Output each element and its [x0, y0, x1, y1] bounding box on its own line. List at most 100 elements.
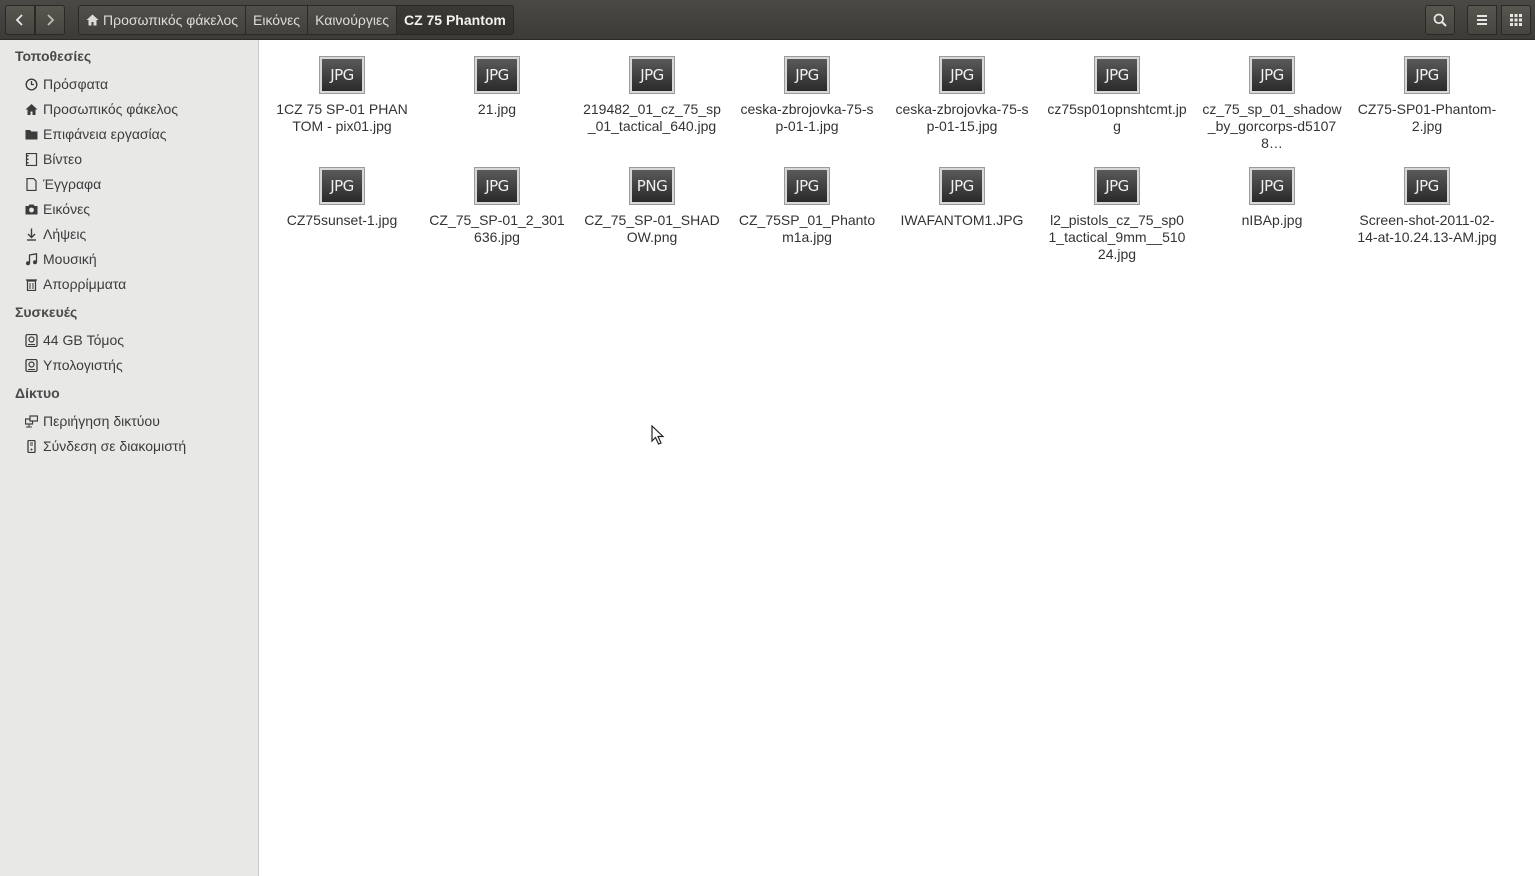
file-item[interactable]: JPG IWAFANTOM1.JPG [892, 167, 1032, 229]
hamburger-icon [1477, 15, 1487, 25]
chevron-left-icon [15, 14, 23, 26]
sidebar-item-documents[interactable]: Έγγραφα [24, 173, 101, 195]
file-name: CZ_75_SP-01_2_301636.jpg [429, 212, 565, 245]
file-name: 21.jpg [477, 101, 517, 117]
jpg-file-icon: JPG [1249, 167, 1295, 205]
sidebar-item-label: Επιφάνεια εργασίας [43, 126, 167, 142]
forward-button[interactable] [35, 5, 65, 35]
sidebar-item-music[interactable]: Μουσική [24, 248, 97, 270]
sidebar-item-trash[interactable]: Απορρίμματα [24, 273, 126, 295]
jpg-file-icon: JPG [1094, 167, 1140, 205]
sidebar-item-label: Προσωπικός φάκελος [43, 101, 178, 117]
breadcrumb: Προσωπικός φάκελος Εικόνες Καινούργιες C… [78, 5, 514, 35]
server-icon [24, 439, 38, 453]
sidebar-item-label: Απορρίμματα [43, 276, 127, 292]
breadcrumb-home[interactable]: Προσωπικός φάκελος [78, 5, 246, 35]
sidebar-item-downloads[interactable]: Λήψεις [24, 223, 86, 245]
breadcrumb-pictures[interactable]: Εικόνες [246, 5, 309, 35]
file-name: l2_pistols_cz_75_sp01_tactical_9mm__5102… [1048, 212, 1186, 262]
film-icon [24, 152, 38, 166]
breadcrumb-label: Εικόνες [253, 12, 301, 28]
sidebar-item-recent[interactable]: Πρόσφατα [24, 73, 108, 95]
jpg-file-icon: JPG [319, 56, 365, 94]
file-item[interactable]: JPG CZ75sunset-1.jpg [272, 167, 412, 229]
png-file-icon: PNG [629, 167, 675, 205]
file-name: cz_75_sp_01_shadow_by_gorcorps-d51078… [1202, 101, 1342, 151]
search-button[interactable] [1425, 5, 1455, 35]
file-item[interactable]: JPG Screen-shot-2011-02-14-at-10.24.13-A… [1357, 167, 1497, 246]
sidebar-item-label: Υπολογιστής [43, 357, 123, 373]
sidebar-item-home[interactable]: Προσωπικός φάκελος [24, 98, 178, 120]
chevron-right-icon [47, 14, 55, 26]
search-icon [1433, 13, 1447, 27]
sidebar-item-volume[interactable]: 44 GB Τόμος [24, 329, 124, 351]
file-name: 219482_01_cz_75_sp_01_tactical_640.jpg [583, 101, 721, 134]
file-item[interactable]: PNG CZ_75_SP-01_SHADOW.png [582, 167, 722, 246]
file-name: CZ_75SP_01_Phantom1a.jpg [738, 212, 876, 245]
jpg-file-icon: JPG [784, 56, 830, 94]
file-name: IWAFANTOM1.JPG [900, 212, 1024, 228]
file-name: CZ_75_SP-01_SHADOW.png [584, 212, 720, 245]
grid-icon [1510, 14, 1522, 26]
breadcrumb-current[interactable]: CZ 75 Phantom [396, 5, 514, 35]
drive-icon [24, 358, 38, 372]
file-name: ceska-zbrojovka-75-sp-01-1.jpg [740, 101, 874, 134]
breadcrumb-label: Προσωπικός φάκελος [103, 12, 238, 28]
jpg-file-icon: JPG [939, 167, 985, 205]
sidebar-item-browse-network[interactable]: Περιήγηση δικτύου [24, 410, 160, 432]
jpg-file-icon: JPG [319, 167, 365, 205]
mouse-cursor-icon [651, 425, 665, 445]
jpg-file-icon: JPG [629, 56, 675, 94]
devices-heading: Συσκευές [15, 304, 78, 320]
home-icon [86, 14, 99, 26]
sidebar-item-label: 44 GB Τόμος [43, 332, 124, 348]
places-heading: Τοποθεσίες [15, 48, 92, 64]
file-item[interactable]: JPG CZ_75SP_01_Phantom1a.jpg [737, 167, 877, 246]
file-item[interactable]: JPG 219482_01_cz_75_sp_01_tactical_640.j… [582, 56, 722, 135]
file-item[interactable]: JPG cz_75_sp_01_shadow_by_gorcorps-d5107… [1202, 56, 1342, 152]
home-icon [24, 102, 38, 116]
file-view[interactable]: JPG 1CZ 75 SP-01 PHANTOM - pix01.jpg JPG… [260, 40, 1535, 876]
breadcrumb-new[interactable]: Καινούργιες [308, 5, 397, 35]
jpg-file-icon: JPG [784, 167, 830, 205]
network-icon [24, 414, 38, 428]
menu-button[interactable] [1467, 5, 1497, 35]
sidebar-item-computer[interactable]: Υπολογιστής [24, 354, 123, 376]
jpg-file-icon: JPG [474, 56, 520, 94]
file-item[interactable]: JPG ceska-zbrojovka-75-sp-01-15.jpg [892, 56, 1032, 135]
sidebar-item-label: Σύνδεση σε διακομιστή [43, 438, 187, 454]
breadcrumb-label: CZ 75 Phantom [403, 12, 506, 28]
file-name: CZ75sunset-1.jpg [286, 212, 398, 228]
file-item[interactable]: JPG 21.jpg [427, 56, 567, 118]
sidebar-item-desktop[interactable]: Επιφάνεια εργασίας [24, 123, 167, 145]
jpg-file-icon: JPG [474, 167, 520, 205]
sidebar-item-label: Έγγραφα [43, 176, 102, 192]
clock-icon [24, 77, 38, 91]
back-button[interactable] [5, 5, 35, 35]
music-icon [24, 252, 38, 266]
file-name: cz75sp01opnshtcmt.jpg [1047, 101, 1187, 134]
file-item[interactable]: JPG ceska-zbrojovka-75-sp-01-1.jpg [737, 56, 877, 135]
file-item[interactable]: JPG CZ75-SP01-Phantom-2.jpg [1357, 56, 1497, 135]
jpg-file-icon: JPG [1404, 167, 1450, 205]
sidebar-item-connect-server[interactable]: Σύνδεση σε διακομιστή [24, 435, 186, 457]
sidebar-item-pictures[interactable]: Εικόνες [24, 198, 90, 220]
network-heading: Δίκτυο [15, 385, 60, 401]
jpg-file-icon: JPG [1249, 56, 1295, 94]
file-item[interactable]: JPG nIBAp.jpg [1202, 167, 1342, 229]
file-item[interactable]: JPG l2_pistols_cz_75_sp01_tactical_9mm__… [1047, 167, 1187, 263]
view-button[interactable] [1501, 5, 1531, 35]
file-item[interactable]: JPG cz75sp01opnshtcmt.jpg [1047, 56, 1187, 135]
sidebar-item-label: Μουσική [43, 251, 97, 267]
sidebar-item-label: Εικόνες [43, 201, 91, 217]
file-item[interactable]: JPG CZ_75_SP-01_2_301636.jpg [427, 167, 567, 246]
header-bar: Προσωπικός φάκελος Εικόνες Καινούργιες C… [0, 0, 1535, 40]
jpg-file-icon: JPG [939, 56, 985, 94]
file-name: ceska-zbrojovka-75-sp-01-15.jpg [895, 101, 1029, 134]
sidebar-item-label: Περιήγηση δικτύου [43, 413, 160, 429]
sidebar-item-videos[interactable]: Βίντεο [24, 148, 82, 170]
breadcrumb-label: Καινούργιες [315, 12, 389, 28]
file-item[interactable]: JPG 1CZ 75 SP-01 PHANTOM - pix01.jpg [272, 56, 412, 135]
trash-icon [24, 277, 38, 291]
file-name: 1CZ 75 SP-01 PHANTOM - pix01.jpg [276, 101, 408, 134]
